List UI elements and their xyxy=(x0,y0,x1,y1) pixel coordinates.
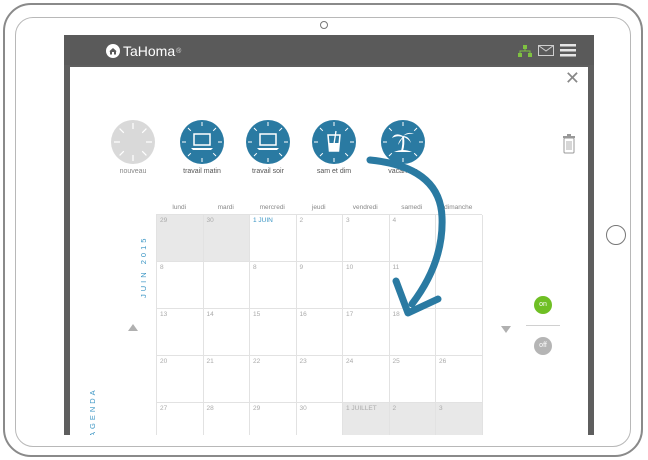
trash-icon[interactable] xyxy=(563,134,575,154)
day-header-lundi: lundi xyxy=(172,204,187,211)
calendar-day[interactable]: 30 xyxy=(297,403,343,435)
calendar-day[interactable]: 28 xyxy=(204,403,250,435)
app-name: TaHoma xyxy=(123,43,176,59)
laptop-icon xyxy=(180,120,224,164)
calendar-day[interactable]: 2 xyxy=(389,403,436,435)
registered-mark: ® xyxy=(176,47,182,55)
calendar-day[interactable]: 30 xyxy=(203,215,250,262)
laptop-icon xyxy=(246,120,290,164)
calendar-day[interactable]: 1 JUIN xyxy=(250,215,297,262)
calendar-day[interactable]: 17 xyxy=(343,309,390,356)
previous-month-arrow-icon[interactable] xyxy=(128,324,138,331)
camera-icon xyxy=(320,21,328,29)
scenario-label: travail matin xyxy=(183,168,221,175)
calendar-day[interactable]: 8 xyxy=(157,262,204,309)
agenda-label: AGENDA xyxy=(88,387,97,435)
scenario-label: travail soir xyxy=(252,168,284,175)
calendar-day[interactable]: 15 xyxy=(250,309,297,356)
calendar-day[interactable]: 16 xyxy=(296,309,343,356)
calendar-grid: 29 30 1 JUIN 2 3 4 8 8 9 10 11 13 14 15 … xyxy=(156,214,483,435)
scenario-vacances[interactable]: vacances xyxy=(363,120,443,175)
off-toggle-button[interactable]: off xyxy=(534,337,552,355)
scenario-label: nouveau xyxy=(119,168,147,175)
on-toggle-button[interactable]: on xyxy=(534,296,552,314)
calendar-day[interactable] xyxy=(436,215,483,262)
calendar-day[interactable]: 23 xyxy=(296,356,343,403)
house-logo-icon xyxy=(106,44,120,58)
app-logo: TaHoma ® xyxy=(106,42,181,60)
calendar-day[interactable]: 20 xyxy=(157,356,204,403)
calendar-day[interactable]: 24 xyxy=(343,356,390,403)
scenario-label: vacances xyxy=(388,168,418,175)
toggle-divider xyxy=(526,325,560,326)
calendar-day[interactable]: 10 xyxy=(343,262,390,309)
day-header-samedi: samedi xyxy=(401,204,423,211)
calendar-day[interactable]: 8 xyxy=(250,262,297,309)
calendar-day[interactable] xyxy=(203,262,250,309)
top-bar: TaHoma ® xyxy=(64,35,594,65)
calendar-day[interactable]: 29 xyxy=(250,403,297,435)
scenario-label: sam et dim xyxy=(316,168,352,175)
home-button[interactable] xyxy=(606,225,626,245)
hamburger-menu-icon[interactable] xyxy=(560,44,576,57)
calendar-day[interactable]: 4 xyxy=(389,215,436,262)
calendar-day[interactable] xyxy=(436,262,483,309)
calendar-day[interactable]: 2 xyxy=(296,215,343,262)
day-header-mardi: mardi xyxy=(217,204,234,211)
calendar-day[interactable]: 29 xyxy=(157,215,204,262)
day-header-jeudi: jeudi xyxy=(311,204,326,211)
day-header-mercredi: mercredi xyxy=(259,204,285,211)
calendar-day[interactable]: 21 xyxy=(203,356,250,403)
calendar-day[interactable]: 1 JUILLET xyxy=(343,403,390,435)
scenario-sam-et-dim[interactable]: sam et dim xyxy=(294,120,374,175)
agenda-panel: ✕ nouveau travail matin travail soir sam… xyxy=(70,67,588,435)
mail-icon[interactable] xyxy=(538,45,554,56)
scenario-nouveau[interactable]: nouveau xyxy=(93,120,173,175)
next-month-arrow-icon[interactable] xyxy=(501,326,511,333)
app-screen: TaHoma ® ✕ nouveau travail matin travail… xyxy=(64,35,594,435)
new-scenario-icon xyxy=(111,120,155,164)
month-label: JUIN 2015 xyxy=(139,235,148,299)
close-icon[interactable]: ✕ xyxy=(565,69,580,87)
calendar-day[interactable]: 27 xyxy=(157,403,204,435)
calendar-day[interactable]: 26 xyxy=(436,356,483,403)
calendar-day[interactable]: 14 xyxy=(203,309,250,356)
calendar-day[interactable]: 18 xyxy=(389,309,436,356)
calendar-day[interactable]: 3 xyxy=(343,215,390,262)
day-header-vendredi: vendredi xyxy=(352,204,378,211)
calendar-day[interactable] xyxy=(436,309,483,356)
calendar-day[interactable]: 3 xyxy=(436,403,483,435)
calendar-day[interactable]: 13 xyxy=(157,309,204,356)
palm-tree-icon xyxy=(381,120,425,164)
drink-icon xyxy=(312,120,356,164)
calendar-day[interactable]: 25 xyxy=(389,356,436,403)
day-header-dimanche: dimanche xyxy=(444,204,473,211)
top-icons xyxy=(518,44,576,57)
calendar-day[interactable]: 9 xyxy=(296,262,343,309)
calendar-day[interactable]: 22 xyxy=(250,356,297,403)
calendar-day[interactable]: 11 xyxy=(389,262,436,309)
network-status-icon[interactable] xyxy=(518,44,532,57)
